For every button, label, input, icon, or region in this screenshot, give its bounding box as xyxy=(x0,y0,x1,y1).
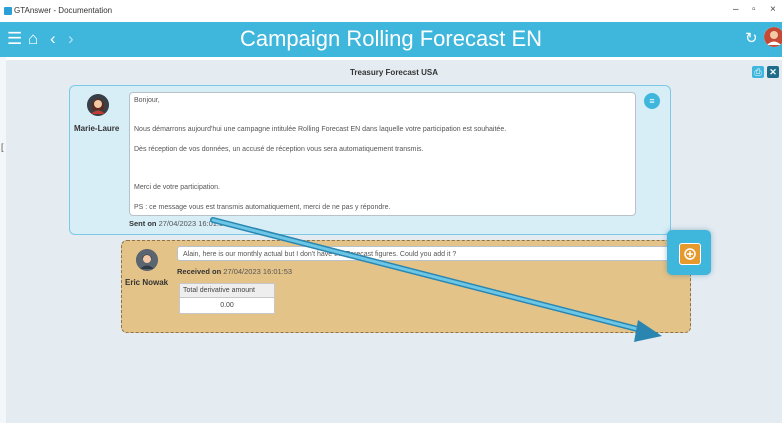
document-icon[interactable]: ≡ xyxy=(644,93,660,109)
data-table: Total derivative amount 0.00 xyxy=(179,283,275,314)
main-content: Treasury Forecast USA ⎙ ✕ Marie-Laure Bo… xyxy=(6,60,782,423)
highlighted-action xyxy=(667,230,711,275)
app-header: ☰ ⌂ ‹ › Campaign Rolling Forecast EN ↻ xyxy=(0,22,782,57)
sent-timestamp: Sent on 27/04/2023 16:01:53 xyxy=(129,219,228,228)
sender-name: Eric Nowak xyxy=(125,278,169,287)
message-card: Marie-Laure Bonjour, Nous démarrons aujo… xyxy=(69,85,671,235)
refresh-icon[interactable]: ↻ xyxy=(745,28,758,50)
message-line: Merci de votre participation. xyxy=(134,184,220,191)
app-icon xyxy=(4,7,12,15)
reply-card: Eric Nowak Alain, here is our monthly ac… xyxy=(121,240,691,333)
sidebar-marker: [ xyxy=(1,142,4,152)
print-icon[interactable]: ⎙ xyxy=(752,66,764,78)
message-line: Bonjour, xyxy=(134,97,160,104)
maximize-icon[interactable]: ▫ xyxy=(752,4,756,16)
attach-data-button[interactable] xyxy=(679,243,701,265)
close-icon[interactable]: ✕ xyxy=(767,66,779,78)
window-title: GTAnswer - Documentation xyxy=(14,6,113,15)
received-timestamp: Received on 27/04/2023 16:01:53 xyxy=(177,267,293,276)
message-body: Bonjour, Nous démarrons aujourd'hui une … xyxy=(129,92,636,216)
table-cell: 0.00 xyxy=(220,302,234,309)
sender-name: Marie-Laure xyxy=(74,124,120,133)
page-title: Campaign Rolling Forecast EN xyxy=(239,26,543,51)
message-line: PS : ce message vous est transmis automa… xyxy=(134,204,391,211)
sender-avatar-icon xyxy=(87,94,109,116)
section-title: Treasury Forecast USA xyxy=(349,68,439,77)
window-titlebar: GTAnswer - Documentation – ▫ × xyxy=(0,0,782,22)
sender-avatar-icon xyxy=(136,249,158,271)
user-avatar-icon[interactable] xyxy=(764,27,782,47)
message-line: Nous démarrons aujourd'hui une campagne … xyxy=(134,126,507,133)
message-line: Dès réception de vos données, un accusé … xyxy=(134,146,424,153)
reply-message-field[interactable]: Alain, here is our monthly actual but I … xyxy=(177,246,685,261)
minimize-icon[interactable]: – xyxy=(733,4,739,16)
table-header: Total derivative amount xyxy=(180,284,274,298)
close-window-icon[interactable]: × xyxy=(770,4,776,16)
